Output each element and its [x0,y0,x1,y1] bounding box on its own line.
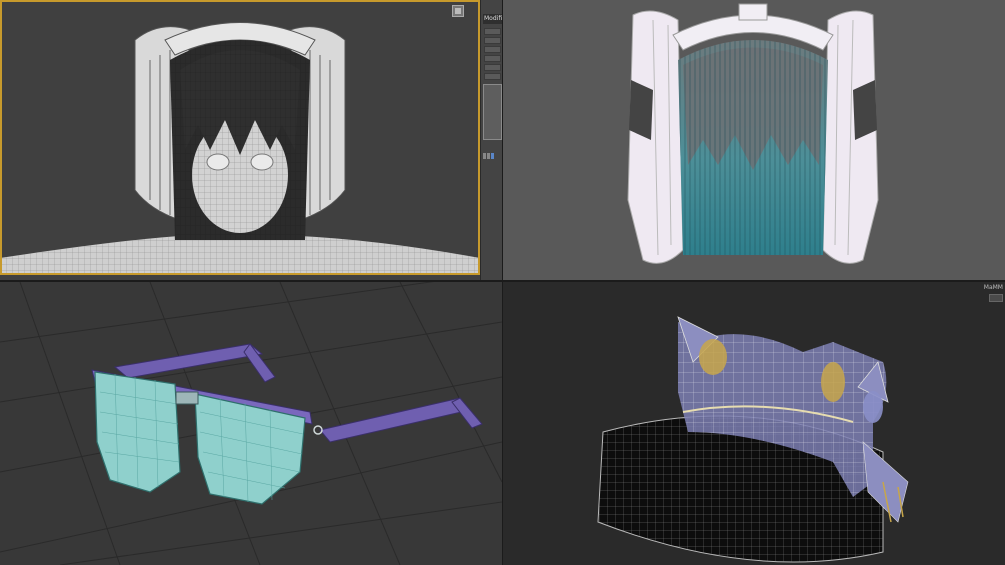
show-end-result-icon[interactable] [487,153,490,159]
viewport-bottom-right[interactable]: MaMM [503,282,1005,565]
modifier-list-tab[interactable]: Modifier L [483,14,502,24]
make-unique-icon[interactable] [491,153,494,159]
wireframe-hat-model [597,316,909,563]
viewport-bottom-left[interactable] [0,282,502,565]
wireframe-head-model [0,22,480,275]
modifier-item[interactable] [484,55,501,62]
panel-scroll-handle[interactable] [989,294,1003,302]
viewport-divider-vertical[interactable] [502,0,503,565]
modifier-item[interactable] [484,37,501,44]
glasses-model [0,282,502,565]
command-panel[interactable]: Modifier L [480,0,502,280]
shaded-hair-model [627,3,879,264]
modifier-stack-tools[interactable] [483,144,501,159]
modifier-stack-list[interactable] [483,84,502,140]
modifier-item[interactable] [484,46,501,53]
pin-stack-icon[interactable] [483,153,486,159]
viewport-top-left[interactable] [0,0,480,280]
viewport-label: MaMM [983,284,1003,291]
viewport-maximize-icon[interactable] [452,5,464,17]
modifier-item[interactable] [484,73,501,80]
viewport-top-right[interactable] [503,0,1005,280]
modifier-item[interactable] [484,64,501,71]
modifier-item[interactable] [484,28,501,35]
